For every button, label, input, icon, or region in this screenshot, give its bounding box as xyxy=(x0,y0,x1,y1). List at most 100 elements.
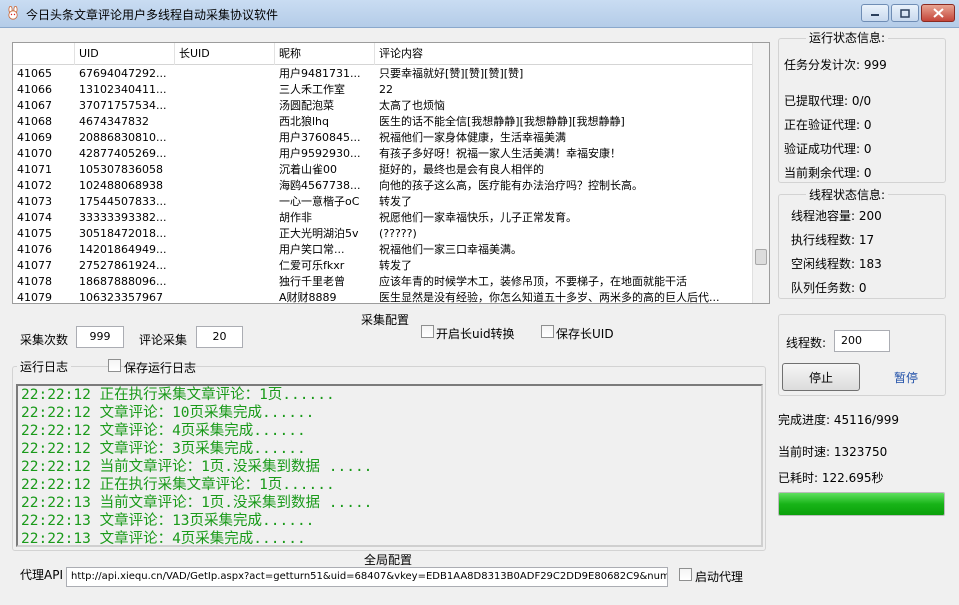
cell-uid: 17544507833... xyxy=(79,195,167,208)
column-header-index[interactable] xyxy=(13,43,75,65)
cell-comment: 医生的话不能全信[我想静静][我想静静][我想静静] xyxy=(379,115,625,128)
log-line: 22:22:12 正在执行采集文章评论：1页...... xyxy=(21,477,335,493)
cell-long-uid xyxy=(175,242,275,258)
run-log-output[interactable]: 22:22:12 正在执行采集文章评论：1页...... 22:22:12 文章评… xyxy=(16,384,763,547)
collect-count-label: 采集次数 xyxy=(20,333,69,347)
cell-long-uid xyxy=(175,274,275,290)
auto-proxy-label[interactable]: 启动代理 xyxy=(695,568,743,585)
cell-nickname: 用户9481731... xyxy=(279,67,361,80)
cell-uid: 18687888096... xyxy=(79,275,167,288)
table-row[interactable]: 41074 33333393382... 胡作非 祝愿他们一家幸福快乐，儿子正常发育。 xyxy=(13,210,753,226)
pause-link[interactable]: 暂停 xyxy=(894,369,918,386)
cell-comment: 有孩子多好呀！祝福一家人生活美满！幸福安康！ xyxy=(379,147,621,160)
cell-index: 41069 xyxy=(17,131,52,144)
progress-bar xyxy=(778,492,945,516)
cell-long-uid xyxy=(175,66,275,82)
save-log-checkbox[interactable] xyxy=(108,359,121,372)
cell-nickname: 西北狼lhq xyxy=(279,115,330,128)
maximize-button[interactable] xyxy=(891,4,919,22)
cell-long-uid xyxy=(175,290,275,303)
comment-collect-label: 评论采集 xyxy=(139,333,188,347)
current-speed: 当前时速: 1323750 xyxy=(778,445,888,459)
table-row[interactable]: 41068 4674347832 西北狼lhq 医生的话不能全信[我想静静][我想静静… xyxy=(13,114,753,130)
log-line: 22:22:12 文章评论：3页采集完成...... xyxy=(21,441,306,457)
table-row[interactable]: 41075 30518472018... 正大光明湖泊5v (?????) xyxy=(13,226,753,242)
cell-uid: 102488068938 xyxy=(79,179,163,192)
cell-comment: 转发了 xyxy=(379,195,412,208)
table-row[interactable]: 41071 105307836058 沉着山雀00 挺好的，最终也是会有良人相伴的 xyxy=(13,162,753,178)
cell-comment: 医生显然是没有经验，你怎么知道五十多岁、两米多的高的巨人后代... xyxy=(379,291,720,304)
cell-uid: 4674347832 xyxy=(79,115,149,128)
cell-long-uid xyxy=(175,162,275,178)
cell-long-uid xyxy=(175,258,275,274)
run-log-title: 运行日志 xyxy=(17,358,72,375)
save-long-uid-label[interactable]: 保存长UID xyxy=(556,325,614,342)
cell-long-uid xyxy=(175,114,275,130)
close-icon xyxy=(932,8,944,18)
long-uid-label[interactable]: 开启长uid转换 xyxy=(436,325,515,342)
proxy-api-input[interactable]: http://api.xiequ.cn/VAD/GetIp.aspx?act=g… xyxy=(66,567,668,587)
table-row[interactable]: 41078 18687888096... 独行千里老曾 应该年青的时候学木工，装修吊顶… xyxy=(13,274,753,290)
table-body: 41065 67694047292... 用户9481731... 只要幸福就好[赞]… xyxy=(13,66,753,304)
cell-nickname: 仁爱可乐fkxr xyxy=(279,259,345,272)
cell-comment: 挺好的，最终也是会有良人相伴的 xyxy=(379,163,544,176)
table-row[interactable]: 41077 27527861924... 仁爱可乐fkxr 转发了 xyxy=(13,258,753,274)
comment-collect-input[interactable]: 20 xyxy=(196,326,243,348)
cell-uid: 106323357967 xyxy=(79,291,163,304)
table-row[interactable]: 41070 42877405269... 用户9592930... 有孩子多好呀！祝福… xyxy=(13,146,753,162)
cell-nickname: 用户9592930... xyxy=(279,147,361,160)
cell-nickname: A财财8889 xyxy=(279,291,337,304)
save-long-uid-checkbox[interactable] xyxy=(541,325,554,338)
collect-count-input[interactable]: 999 xyxy=(76,326,124,348)
table-row[interactable]: 41067 37071757534... 汤圆配泡菜 太高了也烦恼 xyxy=(13,98,753,114)
cell-long-uid xyxy=(175,210,275,226)
results-table[interactable]: UID 长UID 昵称 评论内容 41065 67694047292... 用户94… xyxy=(12,42,770,304)
cell-comment: 太高了也烦恼 xyxy=(379,99,445,112)
table-vertical-scrollbar[interactable] xyxy=(752,43,769,303)
cell-nickname: 用户3760845... xyxy=(279,131,361,144)
save-log-label[interactable]: 保存运行日志 xyxy=(124,359,196,376)
cell-index: 41072 xyxy=(17,179,52,192)
log-line: 22:22:12 当前文章评论：1页.没采集到数据 ..... xyxy=(21,459,373,475)
table-row[interactable]: 41073 17544507833... 一心一意楷子oC 转发了 xyxy=(13,194,753,210)
table-row[interactable]: 41069 20886830810... 用户3760845... 祝福他们一家身体健… xyxy=(13,130,753,146)
table-row[interactable]: 41072 102488068938 海鸥4567738... 向他的孩子这么高，医疗… xyxy=(13,178,753,194)
minimize-button[interactable] xyxy=(861,4,889,22)
cell-comment: 祝福他们一家身体健康，生活幸福美满 xyxy=(379,131,566,144)
cell-uid: 13102340411... xyxy=(79,83,167,96)
column-header-nickname[interactable]: 昵称 xyxy=(275,43,375,65)
column-header-comment[interactable]: 评论内容 xyxy=(375,43,753,65)
column-header-long-uid[interactable]: 长UID xyxy=(175,43,275,65)
long-uid-checkbox[interactable] xyxy=(421,325,434,338)
cell-index: 41079 xyxy=(17,291,52,304)
cell-nickname: 汤圆配泡菜 xyxy=(279,99,334,112)
column-header-uid[interactable]: UID xyxy=(75,43,175,65)
thread-pool-capacity: 线程池容量: 200 xyxy=(791,209,882,223)
cell-index: 41070 xyxy=(17,147,52,160)
collect-config-title: 采集配置 xyxy=(361,313,410,327)
thread-count-input[interactable]: 200 xyxy=(834,330,890,352)
cell-comment: 祝愿他们一家幸福快乐，儿子正常发育。 xyxy=(379,211,577,224)
table-row[interactable]: 41079 106323357967 A财财8889 医生显然是没有经验，你怎么知道五… xyxy=(13,290,753,304)
table-row[interactable]: 41066 13102340411... 三人禾工作室 22 xyxy=(13,82,753,98)
cell-index: 41077 xyxy=(17,259,52,272)
cell-long-uid xyxy=(175,98,275,114)
cell-comment: 22 xyxy=(379,83,393,96)
verified-proxy-count: 验证成功代理: 0 xyxy=(784,142,872,156)
cell-uid: 20886830810... xyxy=(79,131,167,144)
cell-index: 41067 xyxy=(17,99,52,112)
cell-long-uid xyxy=(175,178,275,194)
stop-button[interactable]: 停止 xyxy=(782,363,860,391)
table-row[interactable]: 41076 14201864949... 用户笑口常... 祝福他们一家三口幸福美满。 xyxy=(13,242,753,258)
auto-proxy-checkbox[interactable] xyxy=(679,568,692,581)
cell-long-uid xyxy=(175,194,275,210)
cell-index: 41071 xyxy=(17,163,52,176)
title-bar[interactable]: 今日头条文章评论用户多线程自动采集协议软件 xyxy=(0,0,959,28)
close-button[interactable] xyxy=(921,4,955,22)
table-row[interactable]: 41065 67694047292... 用户9481731... 只要幸福就好[赞]… xyxy=(13,66,753,82)
cell-nickname: 一心一意楷子oC xyxy=(279,195,360,208)
progress-bar-fill xyxy=(779,493,944,515)
cell-uid: 105307836058 xyxy=(79,163,163,176)
cell-nickname: 胡作非 xyxy=(279,211,312,224)
scrollbar-thumb[interactable] xyxy=(755,249,767,265)
